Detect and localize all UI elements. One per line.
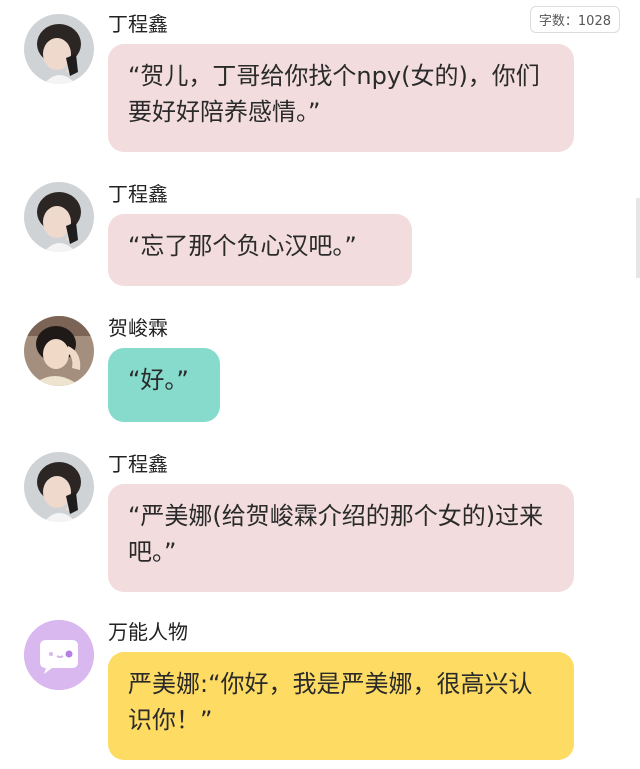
message-bubble: “严美娜(给贺峻霖介绍的那个女的)过来吧。” xyxy=(108,484,574,592)
boy-avatar-2[interactable] xyxy=(24,316,94,386)
scrollbar[interactable] xyxy=(636,198,640,278)
boy-avatar[interactable] xyxy=(24,14,94,84)
speaker-name: 丁程鑫 xyxy=(108,452,168,476)
message-bubble: “贺儿，丁哥给你找个npy(女的)，你们要好好陪养感情。” xyxy=(108,44,574,152)
message-bubble: 严美娜:“你好，我是严美娜，很高兴认识你！” xyxy=(108,652,574,760)
chat-bubble-icon[interactable] xyxy=(24,620,94,690)
message-bubble: “忘了那个负心汉吧。” xyxy=(108,214,412,286)
boy-avatar[interactable] xyxy=(24,182,94,252)
speaker-name: 丁程鑫 xyxy=(108,12,168,36)
word-count-badge: 字数：1028 xyxy=(529,6,620,33)
speaker-name: 贺峻霖 xyxy=(108,316,168,340)
speaker-name: 万能人物 xyxy=(108,620,188,644)
speaker-name: 丁程鑫 xyxy=(108,182,168,206)
boy-avatar[interactable] xyxy=(24,452,94,522)
message-bubble: “好。” xyxy=(108,348,220,422)
